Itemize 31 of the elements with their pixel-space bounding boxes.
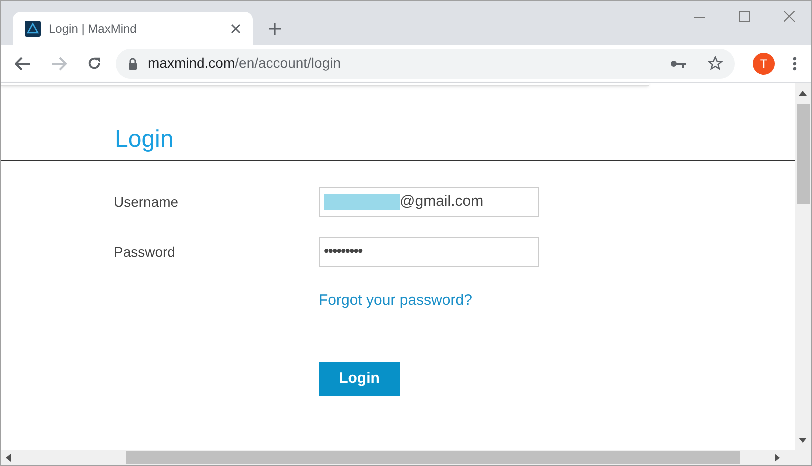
triangle-logo-icon <box>25 20 41 36</box>
scroll-right-icon[interactable] <box>775 454 780 462</box>
login-button[interactable]: Login <box>319 362 400 396</box>
new-tab-icon[interactable] <box>269 23 281 35</box>
maximize-icon[interactable] <box>739 11 750 22</box>
scrollbar-thumb[interactable] <box>126 451 740 464</box>
url-text: maxmind.com/en/account/login <box>148 54 342 73</box>
vertical-scrollbar[interactable] <box>795 83 811 465</box>
field-label: Password <box>114 242 176 262</box>
tab-title: Login | MaxMind <box>49 20 138 38</box>
scroll-down-icon[interactable] <box>799 438 807 443</box>
menu-icon[interactable] <box>793 56 797 70</box>
username-field[interactable]: @gmail.com <box>319 187 539 217</box>
horizontal-scrollbar[interactable] <box>1 450 795 465</box>
scrollbar-thumb[interactable] <box>796 104 810 204</box>
scroll-up-icon[interactable] <box>799 91 807 96</box>
star-icon[interactable] <box>708 56 723 71</box>
password-field[interactable]: ••••••••• <box>319 237 539 267</box>
close-icon[interactable] <box>231 24 241 34</box>
back-arrow-icon[interactable] <box>15 56 31 70</box>
close-icon[interactable] <box>784 11 795 22</box>
key-icon[interactable] <box>670 60 686 68</box>
address-bar[interactable]: maxmind.com/en/account/login <box>116 48 735 78</box>
profile-avatar[interactable]: T <box>753 52 775 74</box>
field-label: Username <box>114 192 180 212</box>
browser-tab[interactable]: Login | MaxMind <box>13 12 253 45</box>
scroll-left-icon[interactable] <box>6 454 11 462</box>
forgot-password-link[interactable]: Forgot your password? <box>319 292 472 309</box>
page-heading: Login <box>115 126 174 153</box>
lock-icon <box>128 58 138 70</box>
reload-icon[interactable] <box>87 56 102 71</box>
